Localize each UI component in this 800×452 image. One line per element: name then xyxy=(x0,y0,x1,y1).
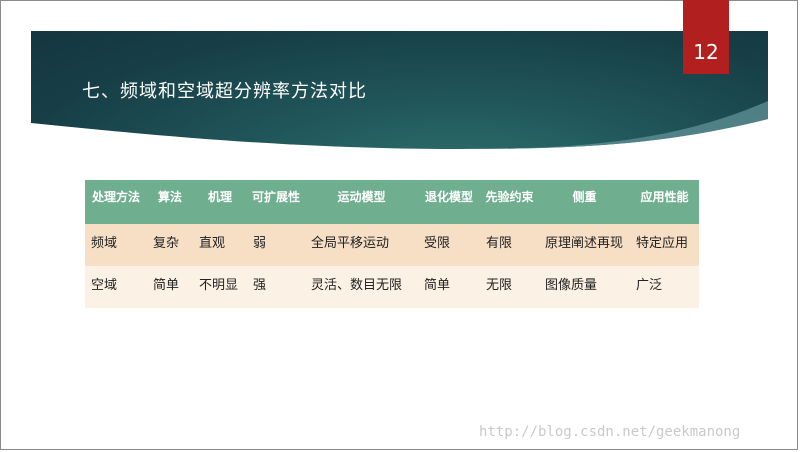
table-cell: 频域 xyxy=(85,224,147,266)
table-cell: 全局平移运动 xyxy=(305,224,418,266)
column-header: 机理 xyxy=(193,180,247,224)
table-cell: 特定应用 xyxy=(630,224,699,266)
watermark-url: http://blog.csdn.net/geekmanong xyxy=(479,424,741,440)
table-cell: 直观 xyxy=(193,224,247,266)
column-header: 先验约束 xyxy=(480,180,539,224)
table-row: 空域 简单 不明显 强 灵活、数目无限 简单 无限 图像质量 广泛 xyxy=(85,266,699,308)
table-cell: 空域 xyxy=(85,266,147,308)
table-cell: 简单 xyxy=(418,266,480,308)
table-cell: 强 xyxy=(247,266,305,308)
column-header: 运动模型 xyxy=(305,180,418,224)
table-cell: 有限 xyxy=(480,224,539,266)
column-header: 可扩展性 xyxy=(247,180,305,224)
column-header: 算法 xyxy=(147,180,193,224)
table-cell: 原理阐述再现 xyxy=(539,224,630,266)
slide-title: 七、频域和空域超分辨率方法对比 xyxy=(82,81,367,102)
table-cell: 广泛 xyxy=(630,266,699,308)
page-number-tab: 12 xyxy=(683,0,729,74)
table-row: 频域 复杂 直观 弱 全局平移运动 受限 有限 原理阐述再现 特定应用 xyxy=(85,224,699,266)
comparison-table: 处理方法 算法 机理 可扩展性 运动模型 退化模型 先验约束 侧重 应用性能 频… xyxy=(85,180,699,308)
table-cell: 灵活、数目无限 xyxy=(305,266,418,308)
table-cell: 简单 xyxy=(147,266,193,308)
table-cell: 受限 xyxy=(418,224,480,266)
page-number: 12 xyxy=(693,40,719,64)
column-header: 应用性能 xyxy=(630,180,699,224)
column-header: 侧重 xyxy=(539,180,630,224)
column-header: 处理方法 xyxy=(85,180,147,224)
table-cell: 弱 xyxy=(247,224,305,266)
table-cell: 不明显 xyxy=(193,266,247,308)
table-cell: 无限 xyxy=(480,266,539,308)
table-cell: 复杂 xyxy=(147,224,193,266)
column-header: 退化模型 xyxy=(418,180,480,224)
table-cell: 图像质量 xyxy=(539,266,630,308)
table-header-row: 处理方法 算法 机理 可扩展性 运动模型 退化模型 先验约束 侧重 应用性能 xyxy=(85,180,699,224)
